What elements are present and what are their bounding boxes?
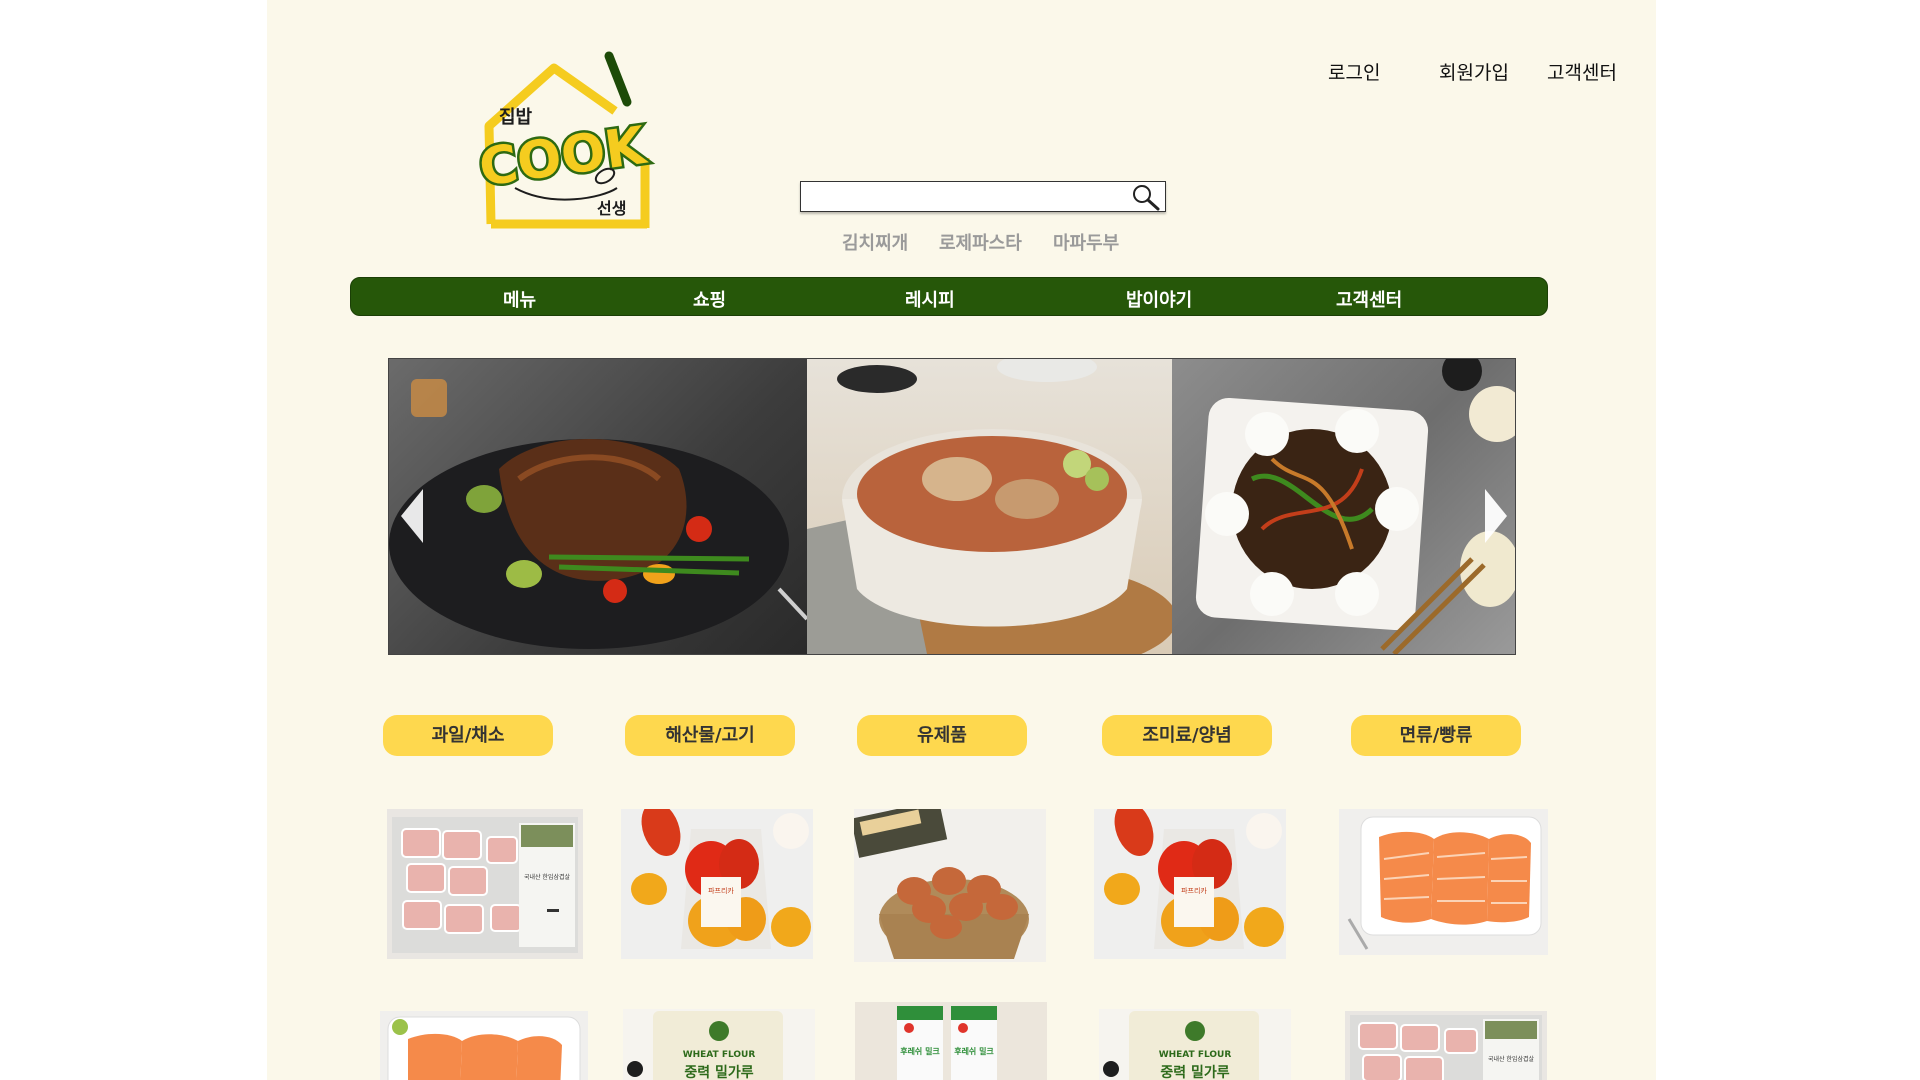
- keyword-kimchi-stew[interactable]: 김치찌개: [842, 229, 908, 255]
- search-icon[interactable]: [1131, 183, 1161, 211]
- logo-main-text: COOK: [476, 116, 651, 199]
- product-bell-pepper-2[interactable]: 파프리카: [1094, 809, 1286, 959]
- braised-chicken-pot-image: [797, 359, 1177, 654]
- top-links: 로그인 회원가입 고객센터: [267, 58, 1656, 85]
- nav-item-shopping[interactable]: 쇼핑: [693, 286, 726, 312]
- search-bar: [800, 181, 1166, 212]
- pork-package-label: 국내산 한입삼겹살: [524, 873, 571, 881]
- nav-item-bap-story[interactable]: 밥이야기: [1126, 286, 1192, 312]
- product-pork-belly[interactable]: 국내산 한입삼겹살: [387, 809, 583, 959]
- milk-label-2: 후레쉬 밀크: [954, 1046, 994, 1056]
- product-bell-pepper[interactable]: 파프리카: [621, 809, 813, 959]
- nav-item-menu[interactable]: 메뉴: [503, 286, 536, 312]
- pork-package-label-2: 국내산 한입삼겹살: [1488, 1055, 1535, 1063]
- product-eggs[interactable]: [854, 809, 1046, 962]
- signup-link[interactable]: 회원가입: [1439, 58, 1509, 85]
- main-nav: 메뉴 쇼핑 레시피 밥이야기 고객센터: [350, 277, 1548, 316]
- category-dairy[interactable]: 유제품: [857, 715, 1027, 756]
- pepper-package-label: 파프리카: [708, 886, 734, 895]
- keyword-mapo-tofu[interactable]: 마파두부: [1053, 229, 1119, 255]
- logo-bottom-text: 선생: [597, 199, 626, 218]
- slider-next-button[interactable]: [1483, 487, 1509, 545]
- arrow-right-icon: [1485, 489, 1507, 543]
- flour-korean-label: 중력 밀가루: [684, 1065, 753, 1080]
- flour-english-label: WHEAT FLOUR: [683, 1050, 756, 1060]
- product-salmon-2[interactable]: [380, 1011, 588, 1080]
- nav-item-recipe[interactable]: 레시피: [905, 286, 955, 312]
- product-wheat-flour[interactable]: WHEAT FLOUR 중력 밀가루: [623, 1009, 815, 1080]
- login-link[interactable]: 로그인: [1328, 58, 1380, 85]
- category-noodle-bread[interactable]: 면류/빵류: [1351, 715, 1521, 756]
- arrow-left-icon: [401, 489, 423, 543]
- milk-label-1: 후레쉬 밀크: [900, 1046, 940, 1056]
- category-seasoning-sauce[interactable]: 조미료/양념: [1102, 715, 1272, 756]
- customer-center-link[interactable]: 고객센터: [1547, 58, 1617, 85]
- product-salmon[interactable]: [1339, 809, 1548, 955]
- slider-prev-button[interactable]: [399, 487, 425, 545]
- page-container: 집밥 COOK 선생 로그인 회원가입 고객센터 김치찌개 로제파스타 마파두부: [267, 0, 1656, 1080]
- flour-korean-label-2: 중력 밀가루: [1160, 1065, 1229, 1080]
- flour-english-label-2: WHEAT FLOUR: [1159, 1050, 1232, 1060]
- logo-top-text: 집밥: [499, 107, 533, 128]
- hero-slider: [388, 358, 1516, 655]
- pepper-package-label-2: 파프리카: [1181, 886, 1207, 895]
- search-input[interactable]: [807, 183, 1131, 212]
- keyword-rose-pasta[interactable]: 로제파스타: [939, 229, 1022, 255]
- jajang-noodle-image: [1172, 359, 1515, 654]
- category-seafood-meat[interactable]: 해산물/고기: [625, 715, 795, 756]
- nav-item-customer-center[interactable]: 고객센터: [1336, 286, 1402, 312]
- product-pork-belly-2[interactable]: 국내산 한입삼겹살: [1345, 1011, 1547, 1080]
- product-wheat-flour-2[interactable]: WHEAT FLOUR 중력 밀가루: [1099, 1009, 1291, 1080]
- steak-image: [389, 359, 809, 654]
- product-milk[interactable]: 후레쉬 밀크 후레쉬 밀크: [855, 1002, 1047, 1080]
- category-fruit-vegetable[interactable]: 과일/채소: [383, 715, 553, 756]
